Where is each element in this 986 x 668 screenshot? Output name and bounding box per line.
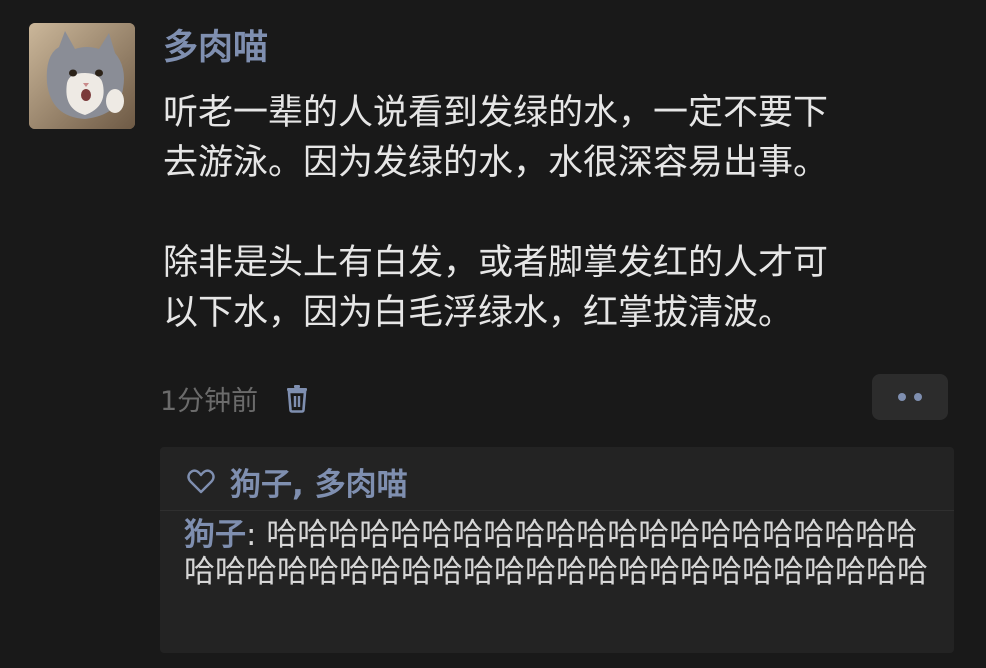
comment-separator: : xyxy=(246,517,267,553)
moment-post: 多肉喵 听老一辈的人说看到发绿的水，一定不要下 去游泳。因为发绿的水，水很深容易… xyxy=(0,0,986,668)
trash-icon xyxy=(287,385,308,413)
interaction-panel: 狗子, 多肉喵 狗子: 哈哈哈哈哈哈哈哈哈哈哈哈哈哈哈哈哈哈哈哈哈哈哈哈哈哈哈哈… xyxy=(160,447,954,653)
cat-avatar-image xyxy=(29,23,135,129)
comment-text: 哈哈哈哈哈哈哈哈哈哈哈哈哈哈哈哈哈哈哈哈哈哈哈哈哈哈哈哈哈哈哈哈哈哈哈哈哈哈哈哈… xyxy=(184,517,928,590)
post-author-name[interactable]: 多肉喵 xyxy=(163,26,268,70)
ellipsis-icon xyxy=(914,393,922,401)
liked-by-names[interactable]: 狗子, 多肉喵 xyxy=(230,459,408,504)
comment-author[interactable]: 狗子 xyxy=(184,517,246,553)
more-options-button[interactable] xyxy=(872,374,948,420)
divider xyxy=(160,510,954,511)
delete-button[interactable] xyxy=(282,380,312,416)
post-paragraph: 听老一辈的人说看到发绿的水，一定不要下 去游泳。因为发绿的水，水很深容易出事。 xyxy=(163,93,829,183)
post-meta: 1分钟前 xyxy=(160,376,312,420)
likes-row: 狗子, 多肉喵 xyxy=(186,459,408,504)
avatar[interactable] xyxy=(29,23,135,129)
comment-item[interactable]: 狗子: 哈哈哈哈哈哈哈哈哈哈哈哈哈哈哈哈哈哈哈哈哈哈哈哈哈哈哈哈哈哈哈哈哈哈哈哈… xyxy=(184,517,944,591)
post-timestamp: 1分钟前 xyxy=(160,385,259,417)
post-body: 听老一辈的人说看到发绿的水，一定不要下 去游泳。因为发绿的水，水很深容易出事。 … xyxy=(163,88,963,338)
heart-icon xyxy=(187,469,215,494)
ellipsis-icon xyxy=(898,393,906,401)
post-paragraph: 除非是头上有白发，或者脚掌发红的人才可 以下水，因为白毛浮绿水，红掌拔清波。 xyxy=(163,243,829,333)
